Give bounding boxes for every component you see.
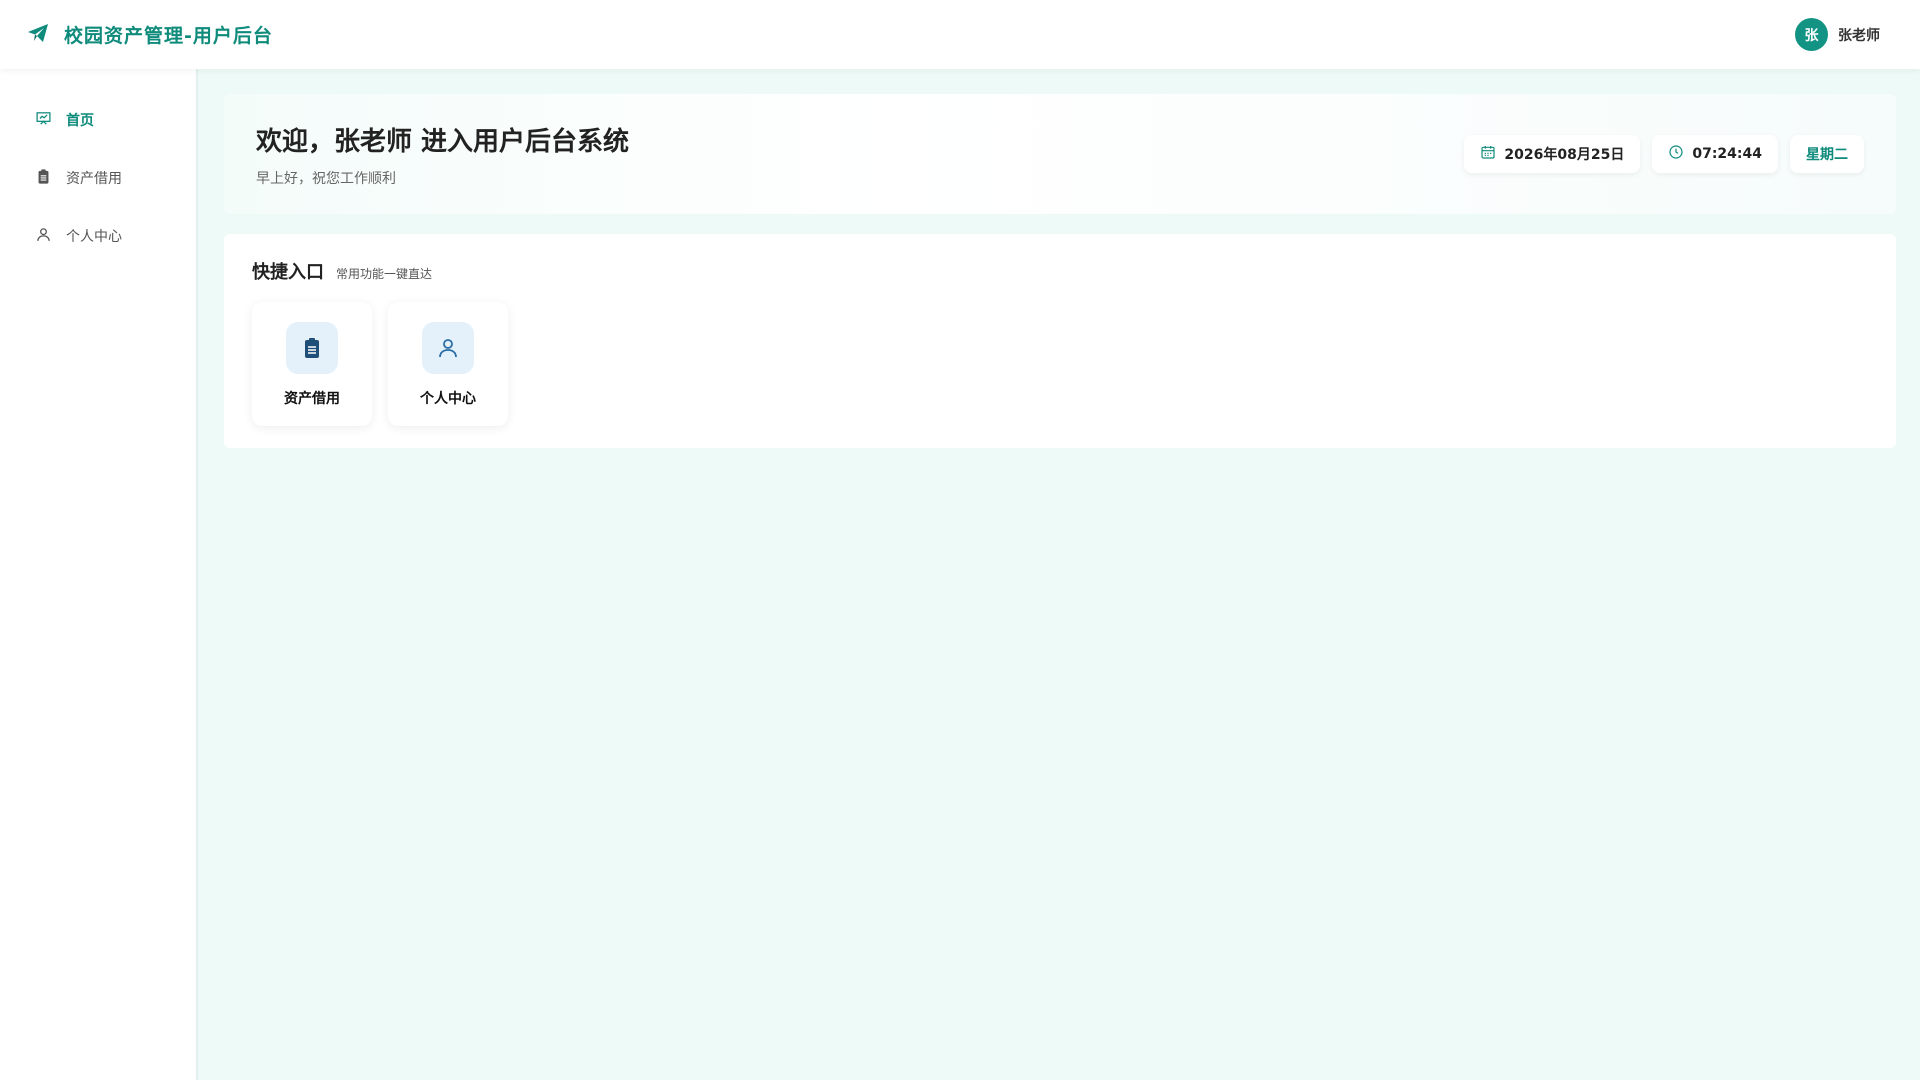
clipboard-icon [35,168,52,189]
weekday-text: 星期二 [1806,147,1848,163]
calendar-icon [1480,144,1496,164]
user-icon [422,322,474,374]
sidebar: 首页 资产借用 个人中心 [0,69,198,1080]
paper-plane-icon [26,21,50,49]
weekday-chip: 星期二 [1790,135,1864,173]
sidebar-item-label: 资产借用 [66,171,122,187]
date-chip: 2026年08月25日 [1464,135,1641,173]
top-bar: 校园资产管理-用户后台 张 张老师 [0,0,1920,69]
presentation-icon [35,110,52,131]
sidebar-item-profile[interactable]: 个人中心 [0,207,196,265]
welcome-banner: 欢迎，张老师 进入用户后台系统 早上好，祝您工作顺利 2026年08月25日 0… [224,94,1896,214]
quick-card-profile[interactable]: 个人中心 [388,302,508,426]
welcome-title: 欢迎，张老师 进入用户后台系统 [256,126,630,157]
time-text: 07:24:44 [1692,146,1762,162]
avatar[interactable]: 张 [1795,18,1828,51]
quick-card-asset-borrow[interactable]: 资产借用 [252,302,372,426]
quick-card-label: 个人中心 [420,391,476,407]
quick-access-subtitle: 常用功能一键直达 [336,267,433,281]
clipboard-icon [286,322,338,374]
user-menu[interactable]: 张 张老师 [1795,18,1894,51]
user-name[interactable]: 张老师 [1838,25,1880,45]
sidebar-item-label: 个人中心 [66,229,122,245]
sidebar-item-label: 首页 [66,113,94,129]
date-text: 2026年08月25日 [1504,147,1625,163]
clock-icon [1668,144,1684,164]
quick-access-title: 快捷入口 [252,262,324,283]
brand[interactable]: 校园资产管理-用户后台 [26,21,273,49]
time-chip: 07:24:44 [1652,135,1778,173]
info-chips: 2026年08月25日 07:24:44 星期二 [1464,135,1864,173]
welcome-subtitle: 早上好，祝您工作顺利 [256,170,396,187]
sidebar-item-asset-borrow[interactable]: 资产借用 [0,149,196,207]
app-title: 校园资产管理-用户后台 [64,25,273,47]
main-content: 欢迎，张老师 进入用户后台系统 早上好，祝您工作顺利 2026年08月25日 0… [224,94,1896,448]
quick-card-label: 资产借用 [284,391,340,407]
quick-access-panel: 快捷入口 常用功能一键直达 资产借用 个人中心 [224,234,1896,448]
user-icon [35,226,52,247]
sidebar-item-home[interactable]: 首页 [0,91,196,149]
